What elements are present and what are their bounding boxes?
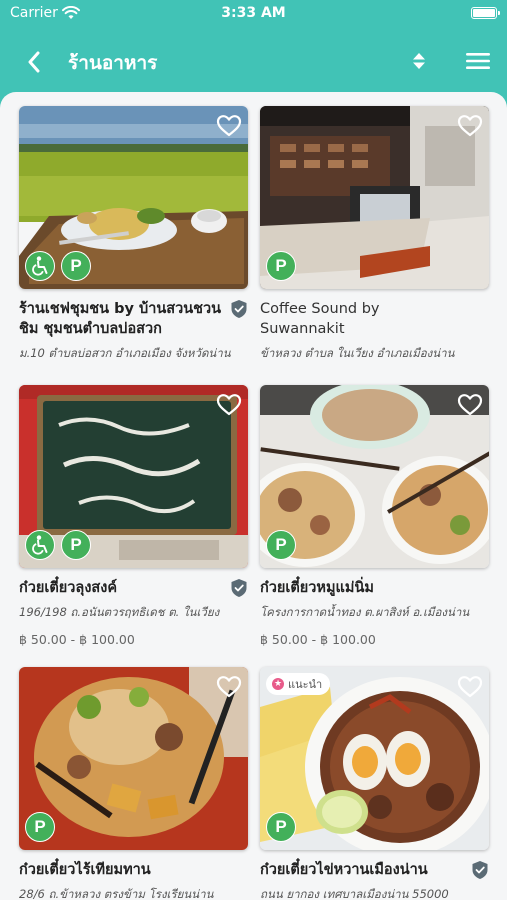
star-icon: ★ bbox=[272, 678, 284, 690]
restaurant-card[interactable]: P ร้านเชฟชุมชน by บ้านสวนชวน ชิม ชุมชนตำ… bbox=[19, 106, 248, 361]
menu-button[interactable] bbox=[462, 46, 494, 76]
verified-shield-icon bbox=[231, 579, 247, 597]
restaurant-photo: P bbox=[19, 667, 248, 850]
favorite-heart-icon[interactable] bbox=[216, 675, 242, 699]
restaurant-address: 196/198 ถ.อนันตวรฤทธิเดช ต. ในเวียง bbox=[19, 605, 220, 619]
hamburger-icon bbox=[466, 53, 490, 69]
price-range: ฿ 50.00 - ฿ 100.00 bbox=[260, 632, 376, 647]
wheelchair-icon bbox=[25, 251, 55, 281]
restaurant-name: ร้านเชฟชุมชน by บ้านสวนชวน ชิม ชุมชนตำบล… bbox=[19, 301, 222, 337]
parking-badge: P bbox=[266, 251, 296, 281]
amenity-badges: P bbox=[25, 251, 91, 281]
amenity-badges: P bbox=[266, 530, 296, 560]
amenity-badges: P bbox=[266, 812, 296, 842]
favorite-heart-icon[interactable] bbox=[216, 393, 242, 417]
restaurant-card[interactable]: P ก๋วยเตี๋ยวหมูแม่นิ่ม โครงการกาดน้ำทอง … bbox=[260, 385, 489, 647]
parking-badge: P bbox=[61, 530, 91, 560]
verified-shield-icon bbox=[472, 861, 488, 879]
parking-badge: P bbox=[266, 530, 296, 560]
price-range: ฿ 50.00 - ฿ 100.00 bbox=[19, 632, 135, 647]
recommended-label: แนะนำ bbox=[288, 678, 323, 691]
recommended-badge: ★ แนะนำ bbox=[266, 673, 331, 695]
restaurant-photo: P bbox=[260, 106, 489, 289]
status-bar: Carrier 3:33 AM bbox=[0, 0, 507, 30]
restaurant-address: ม.10 ตำบลบ่อสวก อำเภอเมือง จังหวัดน่าน bbox=[19, 346, 231, 360]
page-title: ร้านอาหาร bbox=[68, 52, 158, 74]
restaurant-photo: P bbox=[260, 385, 489, 568]
restaurant-address: โครงการกาดน้ำทอง ต.ผาสิงห์ อ.เมืองน่าน bbox=[260, 605, 470, 619]
sort-button[interactable] bbox=[404, 46, 434, 76]
favorite-heart-icon[interactable] bbox=[457, 393, 483, 417]
amenity-badges: P bbox=[25, 530, 91, 560]
restaurant-list: P ร้านเชฟชุมชน by บ้านสวนชวน ชิม ชุมชนตำ… bbox=[0, 92, 507, 900]
restaurant-name: ก๋วยเตี๋ยวไร้เทียมทาน bbox=[19, 862, 151, 878]
restaurant-name: ก๋วยเตี๋ยวหมูแม่นิ่ม bbox=[260, 580, 374, 596]
wheelchair-icon bbox=[25, 530, 55, 560]
status-time: 3:33 AM bbox=[221, 5, 286, 21]
amenity-badges: P bbox=[25, 812, 55, 842]
favorite-heart-icon[interactable] bbox=[457, 675, 483, 699]
restaurant-name: ก๋วยเตี๋ยวไข่หวานเมืองน่าน bbox=[260, 862, 428, 878]
restaurant-card[interactable]: ★ แนะนำ P ก๋วยเตี๋ยวไข่หวานเมืองน่าน ถนน… bbox=[260, 667, 489, 900]
chevron-left-icon bbox=[28, 51, 40, 73]
restaurant-name: ก๋วยเตี๋ยวลุงสงค์ bbox=[19, 580, 118, 596]
restaurant-card[interactable]: P ก๋วยเตี๋ยวไร้เทียมทาน 28/6 ถ.ข้าหลวง ต… bbox=[19, 667, 248, 900]
back-button[interactable] bbox=[18, 46, 50, 78]
verified-shield-icon bbox=[231, 300, 247, 318]
parking-badge: P bbox=[61, 251, 91, 281]
restaurant-card[interactable]: P Coffee Sound by Suwannakit ข้าหลวง ตำบ… bbox=[260, 106, 489, 361]
amenity-badges: P bbox=[266, 251, 296, 281]
restaurant-name: Coffee Sound by Suwannakit bbox=[260, 301, 380, 337]
restaurant-address: ข้าหลวง ตำบล ในเวียง อำเภอเมืองน่าน bbox=[260, 346, 455, 360]
restaurant-photo: P bbox=[19, 385, 248, 568]
restaurant-address: 28/6 ถ.ข้าหลวง ตรงข้าม โรงเรียนน่าน bbox=[19, 887, 214, 900]
nav-bar: ร้านอาหาร bbox=[0, 30, 507, 92]
restaurant-card[interactable]: P ก๋วยเตี๋ยวลุงสงค์ 196/198 ถ.อนันตวรฤทธ… bbox=[19, 385, 248, 647]
restaurant-address: ถนน ยากอง เทศบาลเมืองน่าน 55000 bbox=[260, 887, 449, 900]
favorite-heart-icon[interactable] bbox=[457, 114, 483, 138]
battery-icon bbox=[471, 7, 500, 19]
sort-icon bbox=[413, 53, 425, 69]
restaurant-photo: ★ แนะนำ P bbox=[260, 667, 489, 850]
parking-badge: P bbox=[25, 812, 55, 842]
parking-badge: P bbox=[266, 812, 296, 842]
restaurant-photo: P bbox=[19, 106, 248, 289]
favorite-heart-icon[interactable] bbox=[216, 114, 242, 138]
